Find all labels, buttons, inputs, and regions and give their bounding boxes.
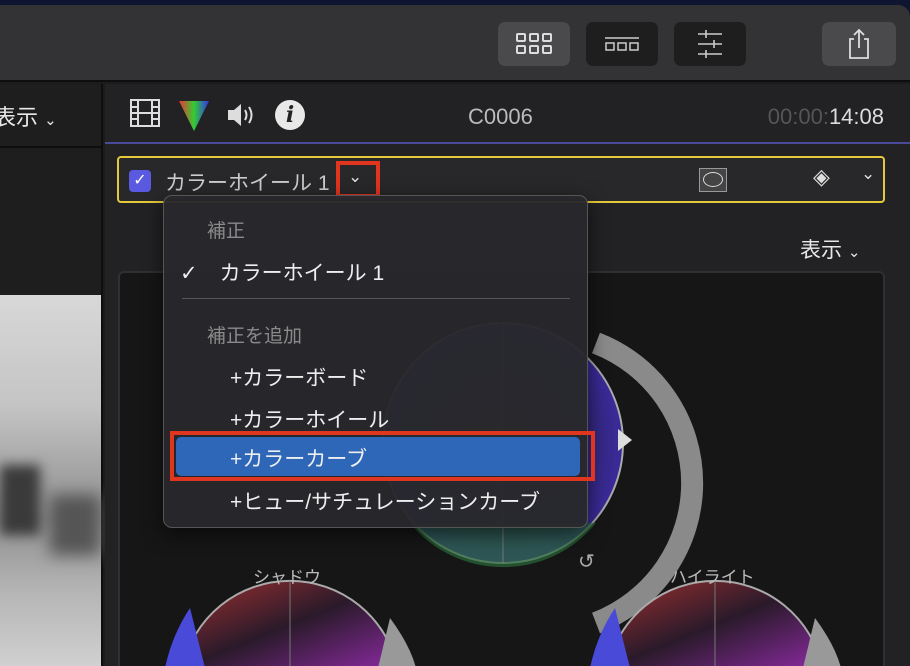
sliders-icon (698, 30, 722, 58)
mask-button[interactable] (699, 168, 727, 192)
timeline-icon (605, 37, 639, 51)
effect-name: カラーホイール 1 (165, 172, 330, 195)
timecode: 00:00:14:08 (768, 104, 884, 130)
effect-dropdown-menu: 補正 ✓ カラーホイール 1 補正を追加 +カラーボード +カラーホイール +カラ… (163, 195, 595, 528)
clip-name: C0006 (468, 104, 533, 129)
menu-item-color-curves[interactable]: +カラーカーブ (176, 437, 580, 476)
inspector-toggle-button[interactable] (674, 22, 746, 66)
effect-menu-button[interactable]: ⌄ (336, 161, 380, 198)
slider-handle[interactable] (618, 429, 632, 451)
video-inspector-icon[interactable] (129, 98, 161, 128)
menu-item-color-board[interactable]: +カラーボード (230, 362, 368, 392)
ellipse-mask-icon (703, 172, 723, 187)
share-icon (849, 28, 869, 59)
checkmark-icon: ✓ (180, 262, 198, 285)
effect-enable-checkbox[interactable]: ✓ (129, 170, 151, 192)
view-label: 表示 (0, 105, 39, 130)
clip-thumbnail (0, 295, 101, 666)
chevron-down-icon: ⌄ (44, 112, 57, 129)
chevron-down-icon: ⌄ (847, 244, 861, 261)
menu-section-header: 補正を追加 (207, 326, 303, 347)
menu-section-header: 補正 (207, 221, 246, 242)
menu-item-label: +カラーカーブ (230, 448, 368, 471)
info-inspector-icon[interactable]: i (275, 100, 305, 130)
timecode-value: 14:08 (828, 104, 884, 129)
reset-icon[interactable]: ↺ (578, 551, 595, 573)
inspector-header: i C0006 00:00:14:08 (105, 84, 910, 144)
chevron-down-icon[interactable]: ⌄ (861, 164, 875, 184)
share-button[interactable] (822, 22, 896, 66)
highlight-label: ハイライト (670, 568, 755, 587)
browser-toggle-button[interactable] (498, 22, 570, 66)
timecode-prefix: 00:00: (767, 104, 829, 129)
view-menu[interactable]: 表示 ⌄ (800, 234, 860, 264)
browser-pane: 表示 ⌄ (0, 84, 103, 666)
color-inspector-icon[interactable] (177, 98, 211, 132)
timeline-toggle-button[interactable] (586, 22, 658, 66)
divider (0, 146, 101, 148)
grid-icon (516, 33, 552, 54)
toolbar (0, 5, 910, 82)
menu-item-hue-saturation-curves[interactable]: +ヒュー/サチュレーションカーブ (230, 486, 540, 516)
view-menu[interactable]: 表示 ⌄ (0, 100, 57, 132)
audio-inspector-icon[interactable] (226, 101, 258, 129)
menu-separator (182, 298, 570, 299)
shadow-label: シャドウ (253, 568, 321, 587)
menu-item-current[interactable]: ✓ カラーホイール 1 (180, 257, 384, 287)
view-label: 表示 (800, 239, 842, 262)
menu-item-label: カラーホイール 1 (219, 262, 385, 285)
menu-item-color-wheels[interactable]: +カラーホイール (230, 404, 389, 434)
chevron-down-icon: ⌄ (348, 167, 363, 186)
keyframe-icon[interactable]: ◈ (813, 164, 830, 190)
